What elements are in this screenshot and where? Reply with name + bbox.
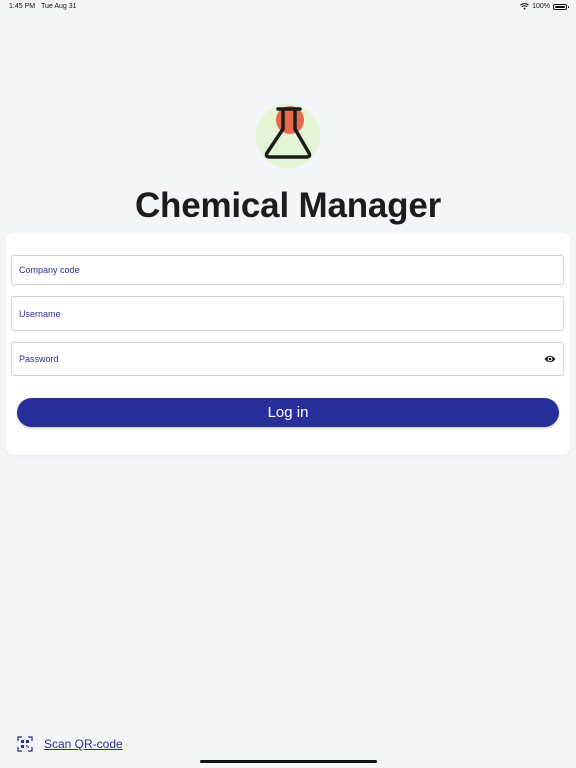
home-indicator bbox=[200, 760, 377, 763]
scan-qr-link[interactable]: Scan QR-code bbox=[17, 736, 123, 752]
qr-code-icon bbox=[17, 736, 33, 752]
login-card: Log in bbox=[6, 233, 570, 455]
status-indicators: 100% bbox=[520, 3, 569, 10]
status-bar: 1:45 PM Tue Aug 31 100% bbox=[0, 0, 576, 14]
eye-icon[interactable] bbox=[544, 354, 556, 364]
wifi-icon bbox=[520, 3, 529, 10]
username-field[interactable] bbox=[11, 296, 564, 331]
password-field[interactable] bbox=[11, 342, 564, 376]
password-input[interactable] bbox=[19, 354, 563, 364]
battery-icon bbox=[553, 3, 569, 10]
flask-icon bbox=[256, 104, 320, 168]
company-code-field[interactable] bbox=[11, 255, 564, 285]
battery-percent: 100% bbox=[532, 3, 550, 10]
status-time: 1:45 PM bbox=[9, 3, 36, 10]
username-input[interactable] bbox=[19, 308, 563, 319]
status-date: Tue Aug 31 bbox=[41, 3, 77, 10]
app-logo bbox=[250, 100, 326, 168]
login-button[interactable]: Log in bbox=[17, 398, 559, 427]
scan-qr-label[interactable]: Scan QR-code bbox=[44, 737, 123, 751]
app-title: Chemical Manager bbox=[134, 186, 442, 225]
company-code-input[interactable] bbox=[19, 265, 563, 275]
